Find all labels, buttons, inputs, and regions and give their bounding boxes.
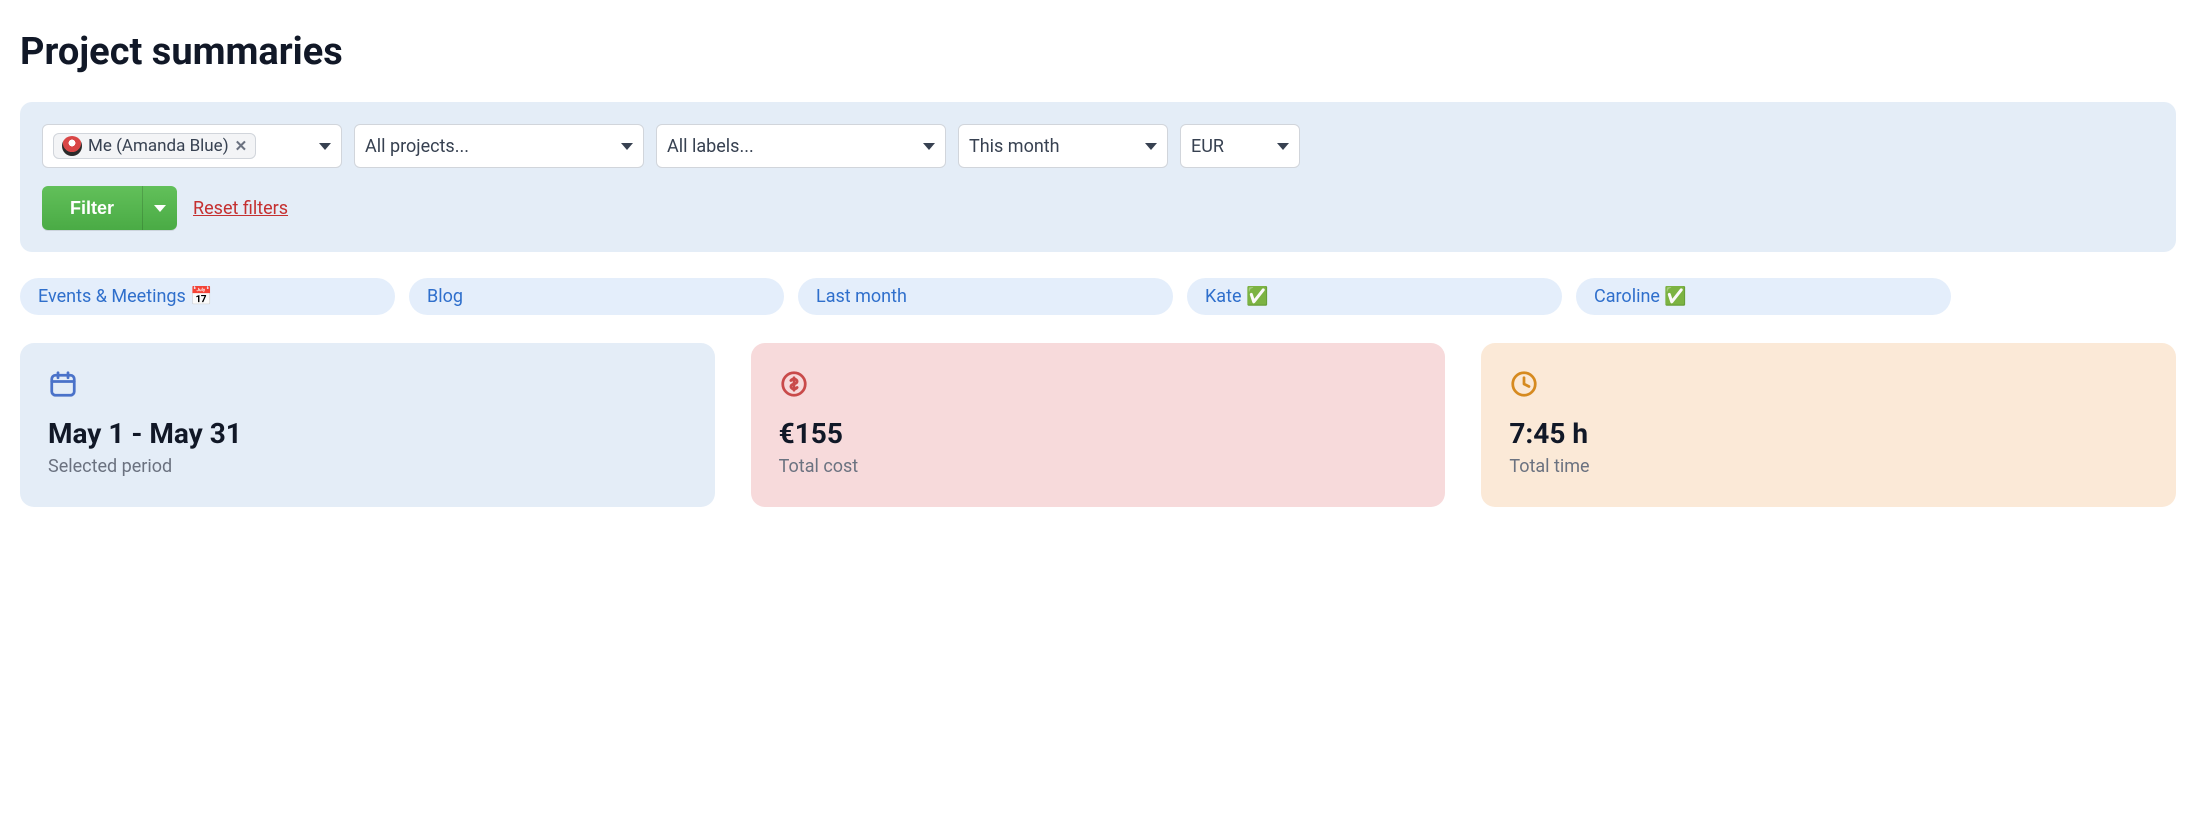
chevron-down-icon [621, 143, 633, 150]
filter-button-group: Filter [42, 186, 177, 230]
cost-label: Total cost [779, 456, 1418, 477]
clock-icon [1509, 369, 2148, 399]
filter-row: Me (Amanda Blue) ✕ All projects... All l… [42, 124, 2154, 168]
projects-select[interactable]: All projects... [354, 124, 644, 168]
time-label: Total time [1509, 456, 2148, 477]
period-label: Selected period [48, 456, 687, 477]
currency-select-label: EUR [1191, 136, 1224, 157]
calendar-icon [48, 369, 687, 399]
cost-value: €155 [779, 417, 1418, 450]
period-value: May 1 - May 31 [48, 417, 687, 450]
period-select-label: This month [969, 136, 1060, 157]
page-title: Project summaries [20, 30, 2176, 74]
reset-filters-link[interactable]: Reset filters [193, 198, 288, 219]
saved-filter-pill[interactable]: Events & Meetings 📅 [20, 278, 395, 315]
time-card: 7:45 h Total time [1481, 343, 2176, 507]
chevron-down-icon [319, 143, 331, 150]
filter-action-row: Filter Reset filters [42, 186, 2154, 230]
labels-select-label: All labels... [667, 136, 754, 157]
cost-card: €155 Total cost [751, 343, 1446, 507]
projects-select-label: All projects... [365, 136, 469, 157]
user-chip-label: Me (Amanda Blue) [88, 136, 229, 156]
saved-filter-pill[interactable]: Caroline ✅ [1576, 278, 1951, 315]
saved-filters-row: Events & Meetings 📅 Blog Last month Kate… [20, 278, 2176, 315]
saved-filter-pill[interactable]: Kate ✅ [1187, 278, 1562, 315]
summary-cards: May 1 - May 31 Selected period €155 Tota… [20, 343, 2176, 507]
chevron-down-icon [1277, 143, 1289, 150]
user-select[interactable]: Me (Amanda Blue) ✕ [42, 124, 342, 168]
filter-button-dropdown[interactable] [143, 186, 177, 230]
currency-select[interactable]: EUR [1180, 124, 1300, 168]
time-value: 7:45 h [1509, 417, 2148, 450]
user-chip[interactable]: Me (Amanda Blue) ✕ [53, 133, 256, 159]
chevron-down-icon [154, 205, 166, 212]
saved-filter-pill[interactable]: Blog [409, 278, 784, 315]
filter-button[interactable]: Filter [42, 186, 143, 230]
remove-chip-icon[interactable]: ✕ [235, 137, 248, 155]
chevron-down-icon [1145, 143, 1157, 150]
period-card: May 1 - May 31 Selected period [20, 343, 715, 507]
filter-panel: Me (Amanda Blue) ✕ All projects... All l… [20, 102, 2176, 252]
labels-select[interactable]: All labels... [656, 124, 946, 168]
chevron-down-icon [923, 143, 935, 150]
avatar-icon [62, 136, 82, 156]
saved-filter-pill[interactable]: Last month [798, 278, 1173, 315]
period-select[interactable]: This month [958, 124, 1168, 168]
money-icon [779, 369, 1418, 399]
